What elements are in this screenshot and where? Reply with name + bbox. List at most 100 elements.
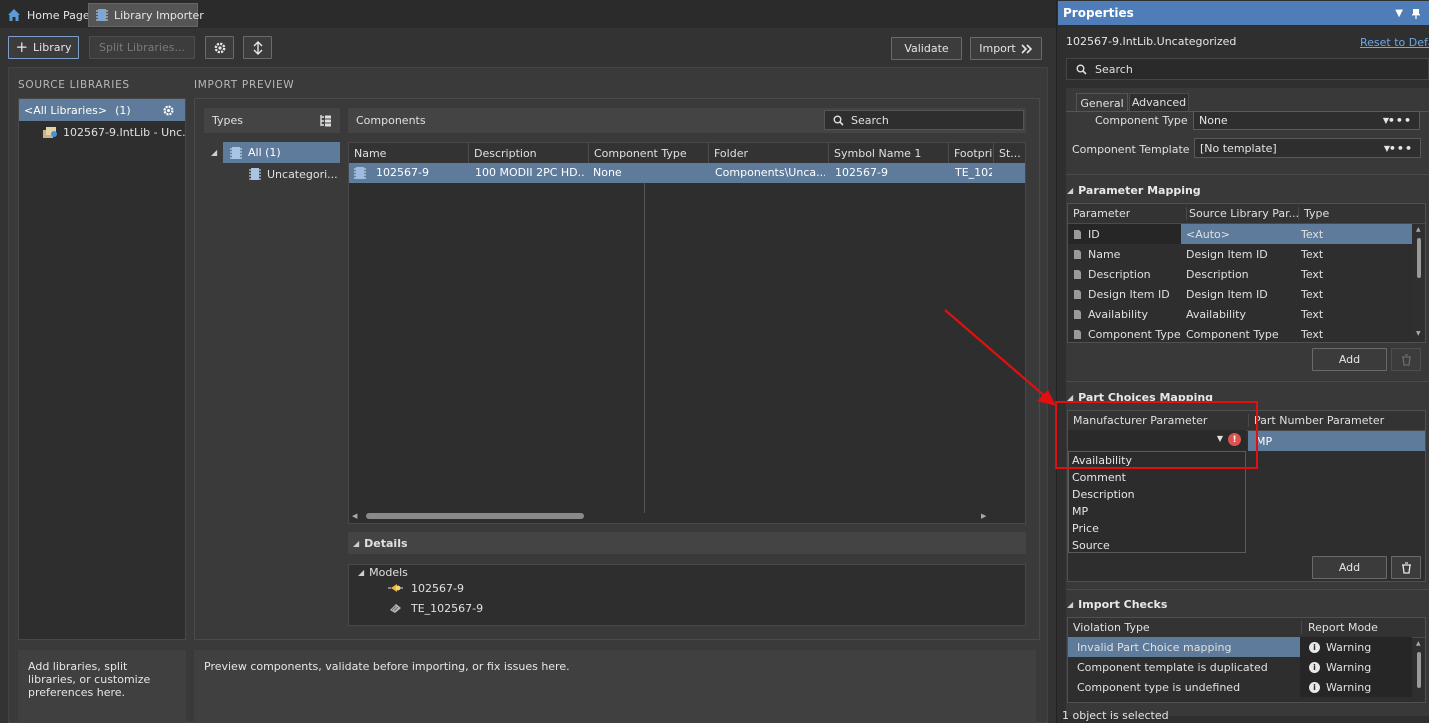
dropdown-arrow-icon[interactable]: ▼ (1395, 8, 1403, 19)
split-libraries-button[interactable]: Split Libraries... (89, 36, 195, 59)
parameter-delete-button[interactable] (1391, 348, 1421, 371)
dropdown-option[interactable]: Comment (1072, 469, 1242, 485)
types-uncategorized-item[interactable]: Uncategori... (248, 164, 340, 184)
model-item[interactable]: TE_102567-9 (388, 598, 483, 618)
source-library-item[interactable]: 102567-9.IntLib - Unc... (42, 122, 185, 142)
parameter-mapping-row[interactable]: Availability Availability Text (1068, 304, 1412, 324)
column-header-source-library-parameter[interactable]: Source Library Par... (1186, 207, 1298, 220)
components-search-input[interactable]: Search (824, 110, 1024, 130)
scroll-up-icon[interactable]: ▲ (1416, 640, 1421, 647)
import-preview-hint: Preview components, validate before impo… (194, 650, 1036, 723)
model-item[interactable]: 102567-9 (388, 578, 464, 598)
component-folder-icon (229, 146, 243, 160)
tab-label: Home Page (27, 8, 90, 22)
source-libraries-header: SOURCE LIBRARIES (18, 79, 130, 91)
cell-footprint: TE_102 (955, 166, 992, 179)
parameter-icon (1074, 229, 1081, 239)
scroll-up-icon[interactable]: ▲ (1416, 226, 1421, 233)
tab-advanced[interactable]: Advanced (1129, 93, 1189, 112)
horizontal-scrollbar-thumb[interactable] (366, 513, 584, 519)
parameter-mapping-row[interactable]: Component Type Component Type Text (1068, 324, 1412, 344)
column-header-footprint[interactable]: Footpri (949, 143, 994, 163)
refresh-button[interactable] (243, 36, 272, 59)
table-row[interactable]: 102567-9 100 MODII 2PC HD... None Compon… (349, 163, 1025, 183)
scroll-down-icon[interactable]: ▼ (1416, 330, 1421, 337)
tab-home-page[interactable]: Home Page (0, 3, 96, 27)
integrated-library-icon (42, 125, 58, 139)
import-check-row[interactable]: Component template is duplicated i Warning (1068, 657, 1412, 677)
tab-general[interactable]: General (1076, 93, 1128, 112)
scroll-left-icon[interactable]: ◀ (352, 512, 360, 520)
source-parameter-cell[interactable]: Design Item ID (1181, 284, 1299, 304)
column-header-report-mode[interactable]: Report Mode (1301, 621, 1411, 634)
scrollbar-thumb[interactable] (1417, 238, 1421, 278)
parameter-add-button[interactable]: Add (1312, 348, 1387, 371)
column-header-part-number-parameter[interactable]: Part Number Parameter (1248, 414, 1418, 427)
gear-icon[interactable] (162, 104, 175, 117)
parameter-mapping-scrollbar[interactable]: ▲ ▼ (1413, 224, 1425, 342)
settings-button[interactable] (205, 36, 234, 59)
all-libraries-item[interactable]: <All Libraries> (1) (19, 99, 185, 121)
source-parameter-cell[interactable]: Description (1181, 264, 1299, 284)
parameter-icon (1074, 269, 1081, 279)
gear-icon (213, 41, 227, 55)
types-header: Types (204, 108, 340, 133)
parameter-mapping-row[interactable]: Description Description Text (1068, 264, 1412, 284)
import-checks-scrollbar[interactable]: ▲ (1413, 638, 1425, 702)
more-options-icon[interactable]: ••• (1388, 114, 1412, 127)
dropdown-option[interactable]: Description (1072, 486, 1242, 502)
source-parameter-cell[interactable]: Design Item ID (1181, 244, 1299, 264)
selection-status: 1 object is selected (1062, 709, 1169, 722)
column-header-type[interactable]: Type (1298, 207, 1413, 220)
properties-search-input[interactable]: Search (1066, 58, 1429, 80)
add-library-button[interactable]: + Library (8, 36, 79, 59)
component-template-dropdown[interactable]: [No template] ▼ ••• (1194, 138, 1421, 158)
component-type-dropdown[interactable]: None ▼ ••• (1193, 111, 1420, 130)
source-parameter-cell[interactable]: Availability (1181, 304, 1299, 324)
column-header-name[interactable]: Name (349, 143, 469, 163)
scroll-right-icon[interactable]: ▶ (981, 512, 989, 520)
sync-icon (251, 40, 265, 55)
column-header-symbol-name[interactable]: Symbol Name 1 (829, 143, 949, 163)
dropdown-option[interactable]: Source (1072, 537, 1242, 553)
validate-button[interactable]: Validate (891, 37, 962, 60)
parameter-mapping-row[interactable]: ID <Auto> Text (1068, 224, 1412, 244)
report-mode-cell[interactable]: i Warning (1300, 677, 1412, 697)
component-type-label: Component Type (1095, 114, 1188, 127)
column-header-status[interactable]: St... (994, 143, 1025, 163)
report-mode-cell[interactable]: i Warning (1300, 657, 1412, 677)
column-header-violation-type[interactable]: Violation Type (1073, 621, 1298, 634)
parameter-mapping-row[interactable]: Design Item ID Design Item ID Text (1068, 284, 1412, 304)
part-choices-delete-button[interactable] (1391, 556, 1421, 579)
dropdown-option[interactable]: Price (1072, 520, 1242, 536)
types-all-item[interactable]: All (1) (223, 142, 340, 163)
report-mode-cell[interactable]: i Warning (1300, 637, 1412, 657)
part-choices-add-button[interactable]: Add (1312, 556, 1387, 579)
tree-view-icon[interactable] (319, 114, 332, 127)
components-table (348, 142, 1026, 524)
import-check-row[interactable]: Invalid Part Choice mapping i Warning (1068, 637, 1412, 657)
pin-icon[interactable] (1411, 8, 1421, 19)
details-header[interactable]: ◢ Details (348, 532, 1026, 554)
parameter-cell: Name (1068, 244, 1181, 264)
scrollbar-thumb[interactable] (1417, 652, 1421, 688)
part-number-cell[interactable]: MP (1248, 431, 1425, 451)
column-header-description[interactable]: Description (469, 143, 589, 163)
tab-label: Library Importer (114, 8, 204, 22)
import-check-row[interactable]: Component type is undefined i Warning (1068, 677, 1412, 697)
import-checks-section-header[interactable]: ◢ Import Checks (1067, 598, 1167, 611)
source-parameter-cell[interactable]: Component Type (1181, 324, 1299, 344)
source-parameter-cell[interactable]: <Auto> (1181, 224, 1299, 244)
type-cell: Text (1299, 224, 1412, 244)
dropdown-option[interactable]: MP (1072, 503, 1242, 519)
more-options-icon[interactable]: ••• (1389, 142, 1413, 155)
column-header-component-type[interactable]: Component Type (589, 143, 709, 163)
column-header-parameter[interactable]: Parameter (1073, 207, 1130, 220)
parameter-mapping-row[interactable]: Name Design Item ID Text (1068, 244, 1412, 264)
column-header-folder[interactable]: Folder (709, 143, 829, 163)
parameter-mapping-section-header[interactable]: ◢ Parameter Mapping (1067, 184, 1201, 197)
plus-icon: + (15, 38, 29, 56)
import-button[interactable]: Import (970, 37, 1042, 60)
tab-library-importer[interactable]: Library Importer (88, 3, 204, 27)
reset-to-defaults-link[interactable]: Reset to Defa (1360, 36, 1429, 49)
